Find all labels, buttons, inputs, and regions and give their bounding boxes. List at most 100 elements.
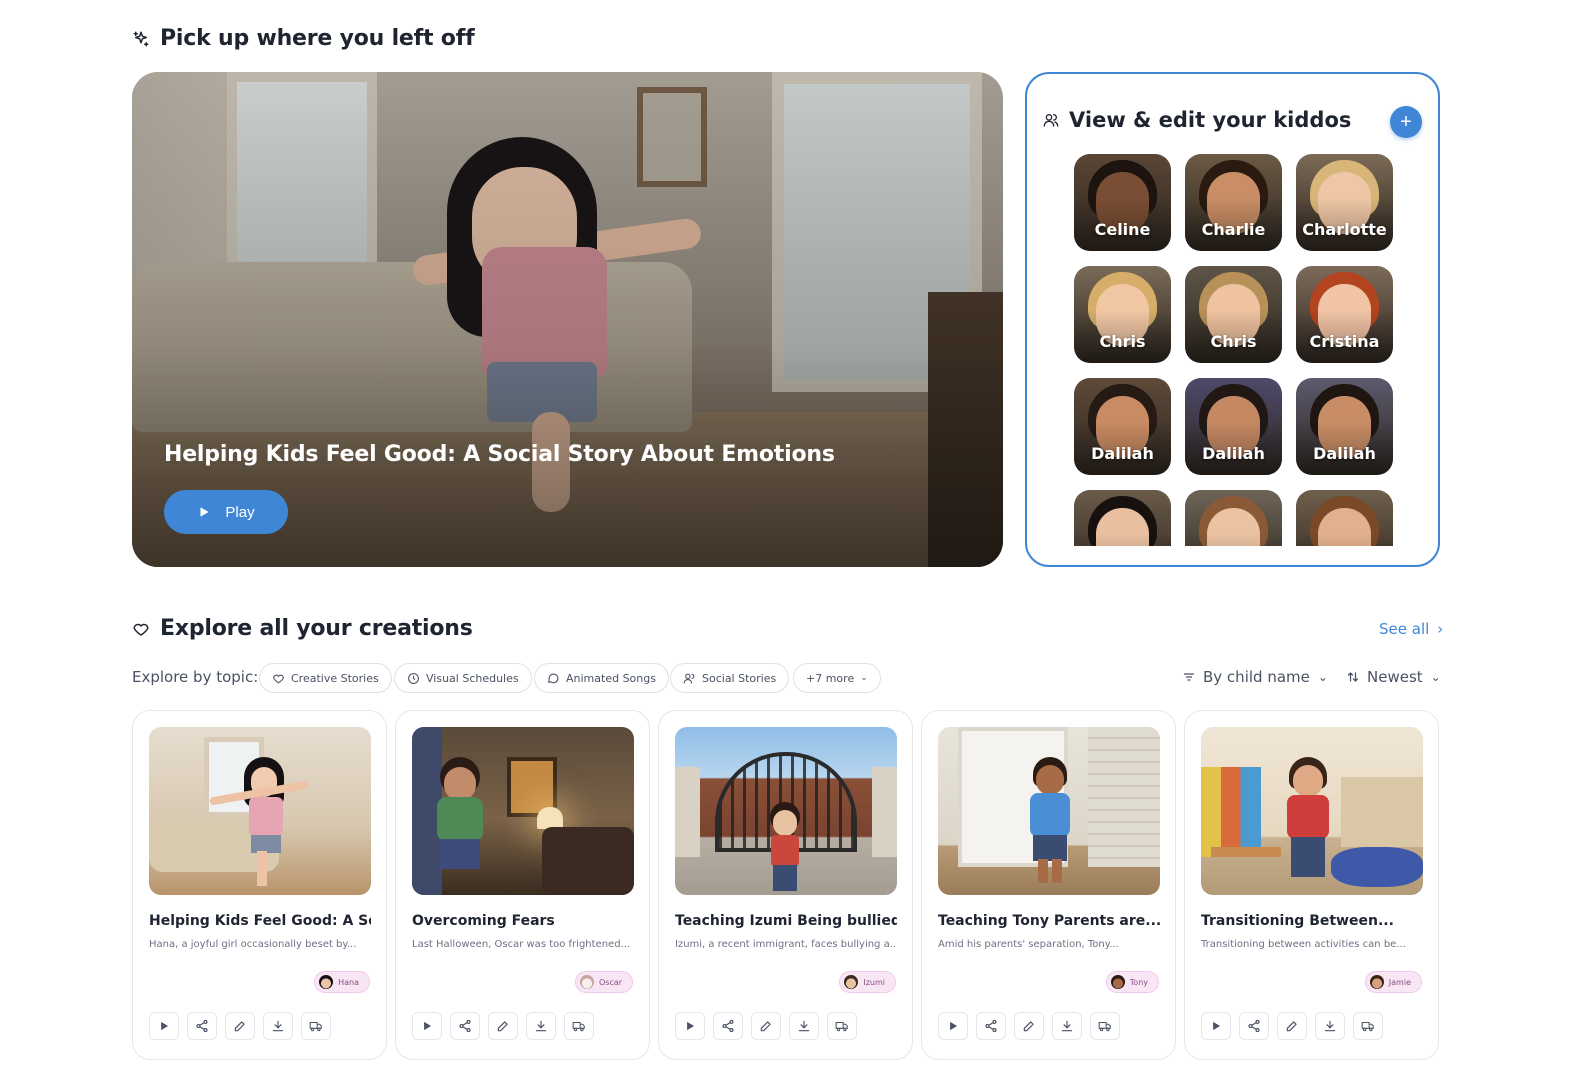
explore-heading-text: Explore all your creations — [160, 616, 473, 641]
kid-tile-overlay — [1296, 490, 1393, 546]
kid-tile[interactable]: Dalilah — [1074, 378, 1171, 475]
creation-card[interactable]: Teaching Tony Parents are... Amid his par… — [921, 710, 1176, 1060]
truck-button[interactable] — [1090, 1012, 1120, 1040]
continue-heading: Pick up where you left off — [132, 26, 475, 51]
hero-play-button[interactable]: Play — [164, 490, 288, 534]
chevron-down-icon: ⌄ — [860, 673, 868, 683]
continue-hero-card[interactable]: Helping Kids Feel Good: A Social Story A… — [132, 72, 1003, 567]
card-title[interactable]: Teaching Tony Parents are... — [938, 913, 1160, 929]
creation-card[interactable]: Transitioning Between... Transitioning be… — [1184, 710, 1439, 1060]
share-button[interactable] — [713, 1012, 743, 1040]
card-thumbnail[interactable] — [149, 727, 371, 895]
card-thumbnail[interactable] — [938, 727, 1160, 895]
message-icon — [547, 673, 559, 683]
card-actions — [149, 1012, 331, 1040]
kid-tile[interactable]: Chris — [1074, 266, 1171, 363]
avatar — [319, 975, 334, 989]
share-icon — [1248, 1019, 1260, 1033]
play-button[interactable] — [675, 1012, 705, 1040]
avatar — [579, 975, 594, 989]
truck-button[interactable] — [827, 1012, 857, 1040]
card-title[interactable]: Transitioning Between... — [1201, 913, 1423, 929]
kid-tile[interactable]: Charlie — [1185, 154, 1282, 251]
card-title[interactable]: Helping Kids Feel Good: A Soci... — [149, 913, 371, 929]
play-button[interactable] — [938, 1012, 968, 1040]
play-icon — [950, 1021, 958, 1031]
kid-tile[interactable] — [1296, 490, 1393, 546]
filter-by-child[interactable]: By child name ⌄ — [1183, 668, 1328, 686]
card-description: Izumi, a recent immigrant, faces bullyin… — [675, 939, 897, 950]
play-icon — [161, 1021, 169, 1031]
play-button[interactable] — [149, 1012, 179, 1040]
card-title[interactable]: Overcoming Fears — [412, 913, 634, 929]
kid-tile[interactable]: Chris — [1185, 266, 1282, 363]
download-button[interactable] — [1052, 1012, 1082, 1040]
share-icon — [459, 1019, 471, 1033]
child-tag[interactable]: Jamie — [1364, 971, 1422, 993]
chip-animated-songs[interactable]: Animated Songs — [534, 663, 669, 693]
play-button[interactable] — [1201, 1012, 1231, 1040]
card-thumbnail[interactable] — [412, 727, 634, 895]
kid-tile[interactable] — [1074, 490, 1171, 546]
creation-card[interactable]: Helping Kids Feel Good: A Soci... Hana, a… — [132, 710, 387, 1060]
edit-icon — [1286, 1021, 1297, 1032]
download-button[interactable] — [526, 1012, 556, 1040]
chip-visual-schedules[interactable]: Visual Schedules — [394, 663, 532, 693]
edit-button[interactable] — [225, 1012, 255, 1040]
truck-icon — [1361, 1021, 1374, 1032]
truck-icon — [1098, 1021, 1111, 1032]
child-tag[interactable]: Tony — [1105, 971, 1159, 993]
edit-button[interactable] — [488, 1012, 518, 1040]
share-button[interactable] — [187, 1012, 217, 1040]
kid-tile[interactable]: Dalilah — [1296, 378, 1393, 475]
chevron-down-icon: ⌄ — [1430, 670, 1441, 684]
chip-social-stories[interactable]: Social Stories — [670, 663, 790, 693]
kid-tile[interactable]: Charlotte — [1296, 154, 1393, 251]
chip-label: Visual Schedules — [426, 671, 519, 685]
truck-button[interactable] — [301, 1012, 331, 1040]
edit-button[interactable] — [751, 1012, 781, 1040]
child-tag[interactable]: Izumi — [839, 971, 896, 993]
see-all-label: See all — [1379, 620, 1430, 638]
download-button[interactable] — [789, 1012, 819, 1040]
play-button[interactable] — [412, 1012, 442, 1040]
kid-tile[interactable] — [1185, 490, 1282, 546]
sparkles-icon — [133, 31, 149, 46]
creation-card[interactable]: Overcoming Fears Last Halloween, Oscar wa… — [395, 710, 650, 1060]
card-thumbnail[interactable] — [675, 727, 897, 895]
chevron-down-icon: ⌄ — [1317, 670, 1328, 684]
see-all-link[interactable]: See all › — [1379, 620, 1443, 638]
card-title[interactable]: Teaching Izumi Being bullied — [675, 913, 897, 929]
kid-name: Cristina — [1309, 332, 1380, 351]
kid-tile[interactable]: Cristina — [1296, 266, 1393, 363]
kid-tile[interactable]: Celine — [1074, 154, 1171, 251]
kid-name: Charlotte — [1302, 220, 1387, 239]
share-button[interactable] — [450, 1012, 480, 1040]
edit-button[interactable] — [1014, 1012, 1044, 1040]
child-tag[interactable]: Hana — [314, 971, 370, 993]
chip-more[interactable]: +7 more ⌄ — [793, 663, 881, 693]
download-button[interactable] — [263, 1012, 293, 1040]
child-tag-label: Tony — [1129, 977, 1148, 987]
play-icon — [200, 507, 210, 517]
thumb-scene — [938, 727, 1160, 895]
plus-icon: + — [1400, 110, 1412, 133]
download-icon — [535, 1020, 547, 1032]
creation-card[interactable]: Teaching Izumi Being bullied Izumi, a rec… — [658, 710, 913, 1060]
kid-name: Chris — [1099, 332, 1146, 351]
card-description: Amid his parents' separation, Tony... — [938, 939, 1119, 950]
edit-button[interactable] — [1277, 1012, 1307, 1040]
child-tag[interactable]: Oscar — [574, 971, 633, 993]
kid-tile[interactable]: Dalilah — [1185, 378, 1282, 475]
kid-tile-overlay — [1074, 490, 1171, 546]
chip-label: Creative Stories — [291, 671, 379, 685]
sort-dropdown[interactable]: Newest ⌄ — [1347, 668, 1441, 686]
truck-button[interactable] — [564, 1012, 594, 1040]
share-button[interactable] — [976, 1012, 1006, 1040]
add-kid-button[interactable]: + — [1390, 106, 1422, 138]
truck-button[interactable] — [1353, 1012, 1383, 1040]
chip-creative-stories[interactable]: Creative Stories — [259, 663, 392, 693]
card-thumbnail[interactable] — [1201, 727, 1423, 895]
share-button[interactable] — [1239, 1012, 1269, 1040]
download-button[interactable] — [1315, 1012, 1345, 1040]
